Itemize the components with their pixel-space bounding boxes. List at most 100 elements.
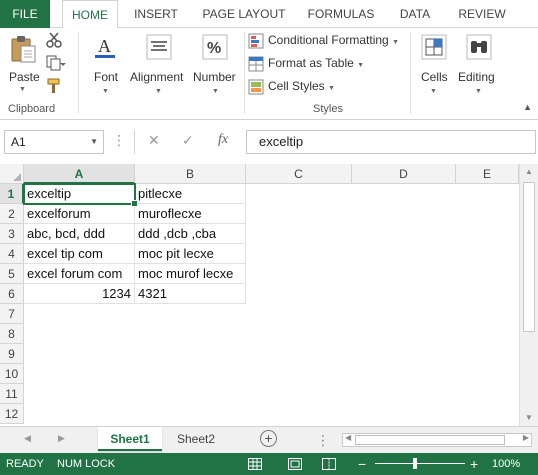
tab-file[interactable]: FILE	[0, 0, 50, 28]
row-header-1[interactable]: 1	[0, 184, 24, 204]
percent-icon: %	[202, 34, 228, 60]
cell-styles-dropdown-icon: ▼	[328, 85, 335, 92]
number-dropdown-icon: ▼	[212, 88, 219, 95]
insert-function-icon[interactable]: fx	[218, 132, 228, 148]
vertical-scrollbar[interactable]: ▲ ▼	[519, 164, 538, 426]
num-lock-indicator: NUM LOCK	[57, 458, 116, 470]
copy-icon[interactable]	[46, 55, 68, 71]
group-separator	[244, 32, 245, 114]
number-button[interactable]: % Number ▼	[192, 32, 240, 96]
row-header-12[interactable]: 12	[0, 404, 24, 424]
tab-formulas[interactable]: FORMULAS	[302, 0, 380, 28]
previous-sheet-icon[interactable]: ◀	[24, 433, 31, 444]
editing-button[interactable]: Editing ▼	[456, 32, 502, 96]
zoom-slider-thumb[interactable]	[413, 458, 417, 469]
cell-b6[interactable]: 4321	[135, 284, 246, 304]
format-as-table-label: Format as Table	[268, 56, 354, 70]
scroll-left-icon[interactable]: ◀	[345, 433, 351, 442]
tab-split-icon[interactable]: ⋮	[316, 432, 330, 449]
formula-input[interactable]: exceltip	[246, 130, 536, 154]
cell-a4[interactable]: excel tip com	[24, 244, 135, 264]
cells-button[interactable]: Cells ▼	[414, 32, 454, 96]
tab-review[interactable]: REVIEW	[452, 0, 512, 28]
tab-page-layout[interactable]: PAGE LAYOUT	[196, 0, 292, 28]
row-header-2[interactable]: 2	[0, 204, 24, 224]
paste-dropdown-icon: ▼	[19, 86, 26, 93]
cell-b3[interactable]: ddd ,dcb ,cba	[135, 224, 246, 244]
row-header-11[interactable]: 11	[0, 384, 24, 404]
cancel-icon[interactable]: ✕	[148, 132, 160, 149]
normal-view-icon[interactable]	[248, 458, 262, 470]
next-sheet-icon[interactable]: ▶	[58, 433, 65, 444]
row-header-9[interactable]: 9	[0, 344, 24, 364]
cell-styles-label: Cell Styles	[268, 79, 325, 93]
cell-a5[interactable]: excel forum com	[24, 264, 135, 284]
name-box[interactable]: A1 ▼	[4, 130, 104, 154]
alignment-icon	[146, 34, 172, 60]
zoom-out-icon[interactable]: −	[358, 453, 366, 475]
row-header-10[interactable]: 10	[0, 364, 24, 384]
conditional-formatting-icon	[248, 33, 264, 49]
cell-b5[interactable]: moc murof lecxe	[135, 264, 246, 284]
new-sheet-icon[interactable]: +	[260, 430, 277, 447]
enter-icon[interactable]: ✓	[182, 132, 194, 149]
conditional-formatting-label: Conditional Formatting	[268, 33, 389, 47]
cell-styles-button[interactable]: Cell Styles ▼	[248, 76, 335, 96]
formula-bar: A1 ▼ ⋮ ✕ ✓ fx exceltip	[0, 120, 538, 164]
row-header-6[interactable]: 6	[0, 284, 24, 304]
cell-b2[interactable]: muroflecxe	[135, 204, 246, 224]
format-as-table-icon	[248, 56, 264, 72]
vertical-scroll-thumb[interactable]	[523, 182, 535, 332]
column-header-b[interactable]: B	[135, 164, 246, 184]
column-header-d[interactable]: D	[352, 164, 456, 184]
horizontal-scrollbar[interactable]: ◀ ▶	[342, 433, 532, 447]
name-box-dropdown-icon[interactable]: ▼	[90, 131, 98, 153]
cells-label: Cells	[421, 70, 448, 84]
alignment-button[interactable]: Alignment ▼	[130, 32, 188, 96]
column-header-a[interactable]: A	[24, 164, 135, 184]
styles-group-label: Styles	[313, 103, 343, 115]
scroll-down-icon[interactable]: ▼	[520, 410, 538, 426]
binoculars-icon	[466, 34, 492, 60]
font-button[interactable]: A Font ▼	[86, 32, 126, 96]
tab-home[interactable]: HOME	[62, 0, 118, 29]
name-box-value: A1	[11, 135, 26, 149]
cut-icon[interactable]	[46, 32, 62, 48]
cell-b4[interactable]: moc pit lecxe	[135, 244, 246, 264]
scroll-up-icon[interactable]: ▲	[520, 164, 538, 180]
zoom-in-icon[interactable]: +	[470, 453, 478, 475]
cell-a2[interactable]: excelforum	[24, 204, 135, 224]
worksheet-grid: A B C D E 1 2 3 4 5 6 7 8 9 10 11 12 exc…	[0, 164, 538, 426]
svg-text:A: A	[98, 36, 111, 56]
page-layout-view-icon[interactable]	[288, 458, 302, 470]
formula-bar-grip-icon[interactable]: ⋮	[112, 132, 126, 149]
sheet-tab-sheet2[interactable]: Sheet2	[166, 427, 226, 451]
tab-data[interactable]: DATA	[390, 0, 440, 28]
sheet-tab-sheet1[interactable]: Sheet1	[98, 427, 162, 451]
horizontal-scroll-thumb[interactable]	[355, 435, 505, 445]
page-break-preview-icon[interactable]	[322, 458, 336, 470]
format-painter-icon[interactable]	[46, 78, 62, 94]
cells-icon	[421, 34, 447, 60]
column-header-e[interactable]: E	[456, 164, 519, 184]
column-header-c[interactable]: C	[246, 164, 352, 184]
scroll-right-icon[interactable]: ▶	[523, 433, 529, 442]
collapse-ribbon-icon[interactable]: ▲	[523, 102, 532, 112]
zoom-slider[interactable]	[375, 463, 465, 464]
cell-b1[interactable]: pitlecxe	[135, 184, 246, 204]
row-header-8[interactable]: 8	[0, 324, 24, 344]
tab-insert[interactable]: INSERT	[128, 0, 184, 28]
select-all-button[interactable]	[0, 164, 24, 184]
editing-dropdown-icon: ▼	[475, 88, 482, 95]
conditional-formatting-button[interactable]: Conditional Formatting ▼	[248, 30, 399, 50]
paste-button[interactable]: Paste ▼	[4, 32, 42, 93]
cell-a6[interactable]: 1234	[24, 284, 135, 304]
row-header-3[interactable]: 3	[0, 224, 24, 244]
row-header-4[interactable]: 4	[0, 244, 24, 264]
format-as-table-button[interactable]: Format as Table ▼	[248, 53, 364, 73]
zoom-level[interactable]: 100%	[492, 453, 520, 475]
row-header-7[interactable]: 7	[0, 304, 24, 324]
cell-a3[interactable]: abc, bcd, ddd	[24, 224, 135, 244]
row-header-5[interactable]: 5	[0, 264, 24, 284]
cell-a1[interactable]: exceltip	[24, 184, 135, 204]
